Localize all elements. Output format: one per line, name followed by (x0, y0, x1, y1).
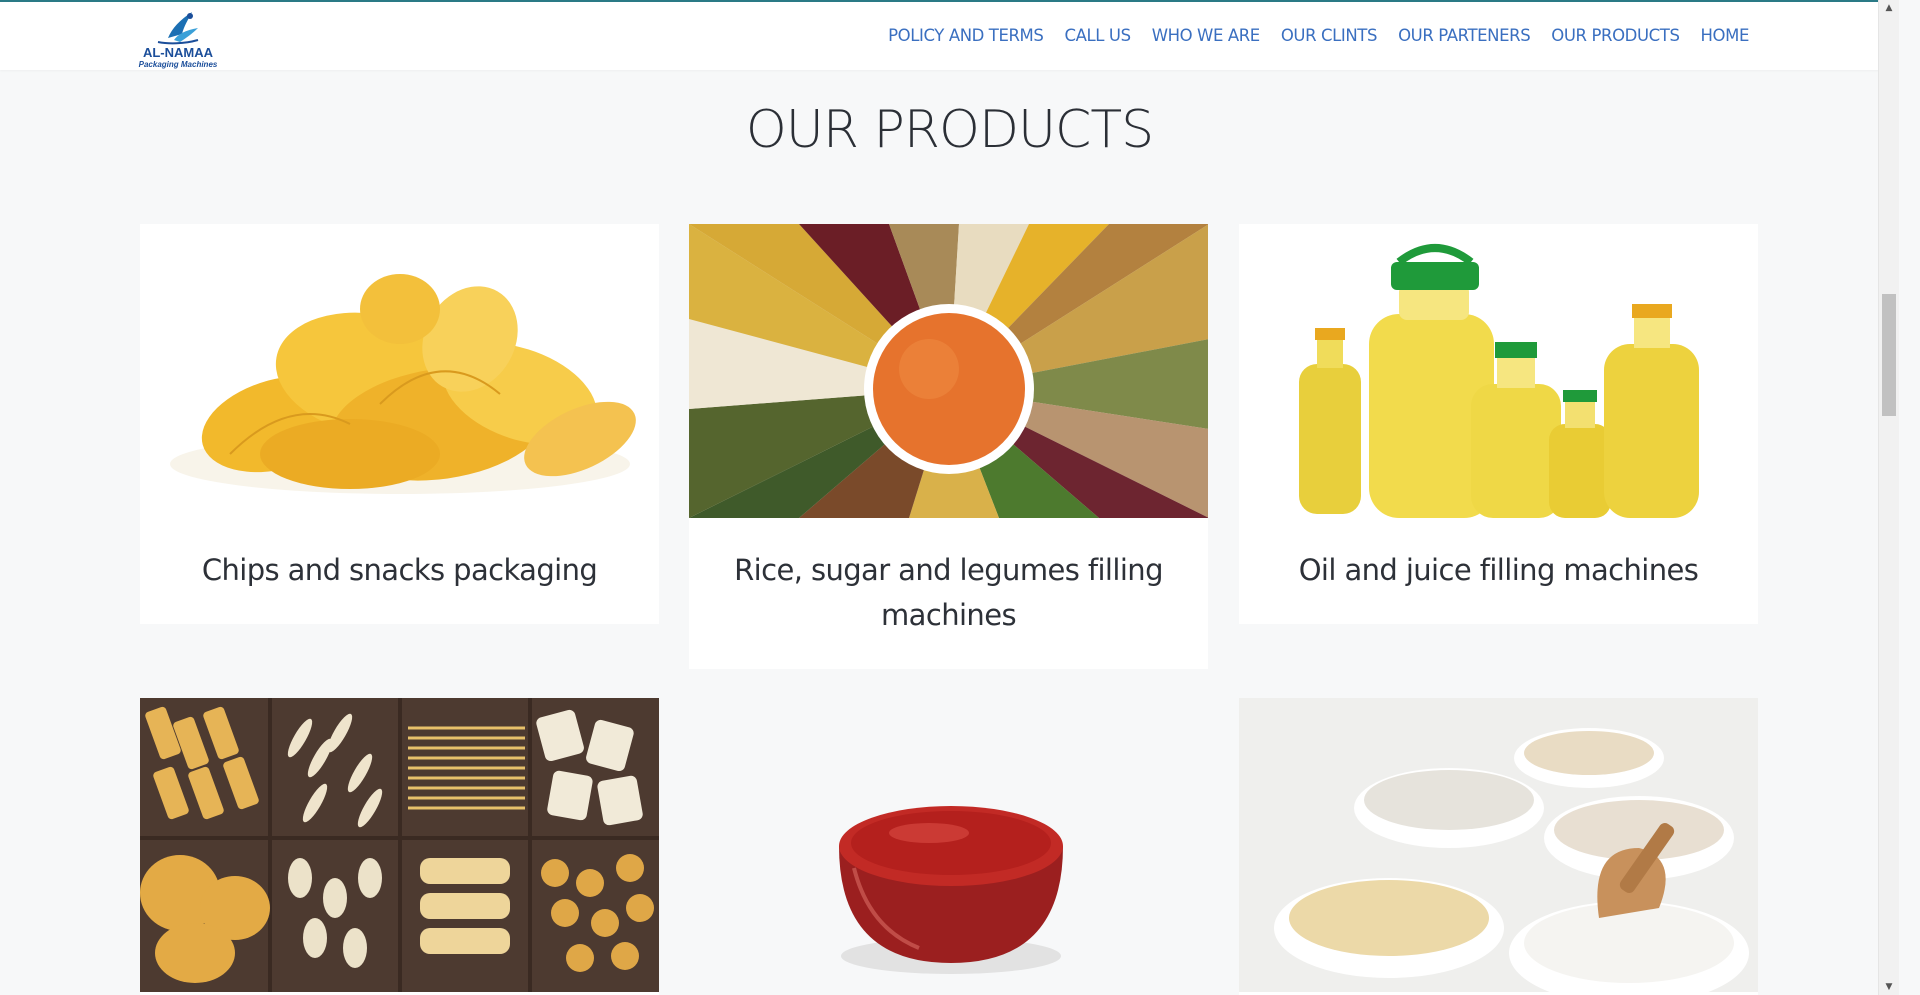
product-card-flour[interactable] (1239, 698, 1758, 995)
grains-legumes-image (689, 224, 1208, 518)
ketchup-bowl-image (689, 698, 1208, 992)
page-viewport: AL-NAMAA Packaging Machines POLICY AND T… (0, 0, 1899, 995)
nav-item-who-we-are[interactable]: WHO WE ARE (1152, 26, 1261, 45)
product-card-caption: Chips and snacks packaging (201, 553, 598, 587)
scrollbar-thumb[interactable] (1882, 294, 1896, 416)
nav-item-our-products[interactable]: OUR PRODUCTS (1551, 26, 1680, 45)
product-card-caption: Oil and juice filling machines (1298, 553, 1699, 587)
product-card-ketchup[interactable] (689, 698, 1208, 995)
brand-tagline: Packaging Machines (138, 60, 218, 69)
nav-item-our-clints[interactable]: OUR CLINTS (1281, 26, 1378, 45)
potato-chips-image (140, 224, 659, 518)
top-navbar: AL-NAMAA Packaging Machines POLICY AND T… (0, 0, 1899, 70)
product-card-caption: Rice, sugar and legumes filling machines (734, 553, 1163, 632)
product-card-oil[interactable]: Oil and juice filling machines (1239, 224, 1758, 624)
pasta-varieties-image (140, 698, 659, 992)
nav-item-call-us[interactable]: CALL US (1064, 26, 1131, 45)
product-card-pasta[interactable] (140, 698, 659, 995)
oil-bottles-image (1239, 224, 1758, 518)
product-card-grains[interactable]: Rice, sugar and legumes filling machines (689, 224, 1208, 669)
scroll-down-arrow-icon[interactable]: ▼ (1879, 979, 1899, 995)
nav-item-home[interactable]: HOME (1701, 26, 1750, 45)
brand-name: AL-NAMAA (142, 45, 214, 60)
nav-item-policy-and-terms[interactable]: POLICY AND TERMS (888, 26, 1044, 45)
brand-logo[interactable]: AL-NAMAA Packaging Machines (138, 4, 218, 70)
products-section-title: OUR PRODUCTS (745, 100, 1154, 160)
bird-logo-icon (157, 12, 199, 45)
product-card-chips[interactable]: Chips and snacks packaging (140, 224, 659, 624)
vertical-scrollbar[interactable]: ▲ ▼ (1878, 0, 1899, 995)
main-nav: POLICY AND TERMS CALL US WHO WE ARE OUR … (867, 26, 1749, 45)
flour-bowls-image (1239, 698, 1758, 992)
scroll-up-arrow-icon[interactable]: ▲ (1879, 0, 1899, 16)
nav-item-our-parteners[interactable]: OUR PARTENERS (1398, 26, 1531, 45)
